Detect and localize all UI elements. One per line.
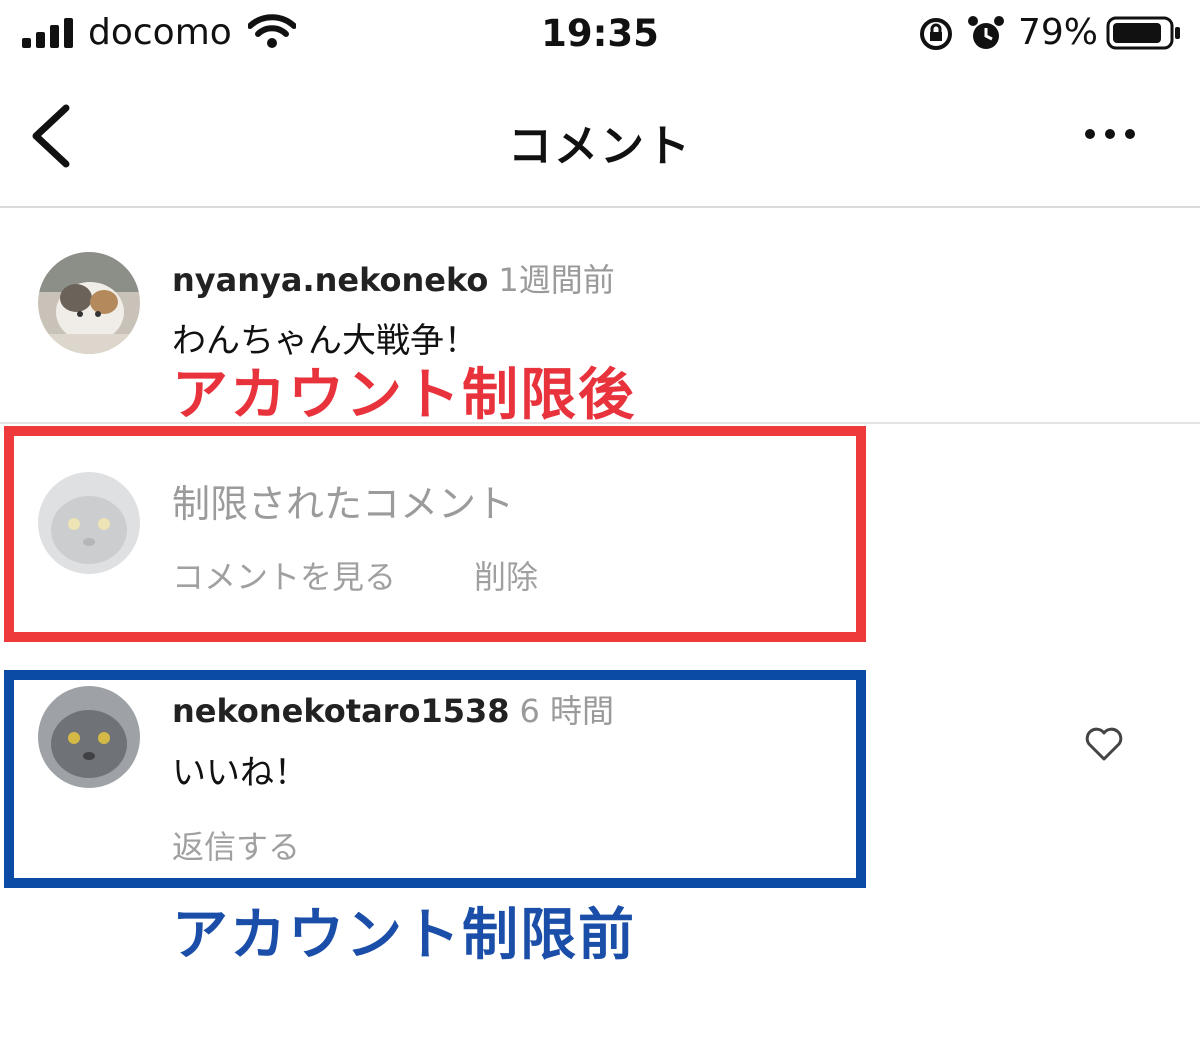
annotation-before-restriction: アカウント制限前 (172, 903, 636, 968)
orientation-lock-icon (920, 18, 952, 50)
comment-time: 1週間前 (498, 261, 615, 299)
comment-text: いいね！ (172, 753, 308, 793)
page-title: コメント (508, 121, 692, 172)
status-bar: docomo 19:35 79% (0, 0, 1200, 70)
avatar[interactable] (38, 686, 140, 788)
comment-header: nyanya.nekoneko 1週間前 (172, 255, 615, 301)
avatar (38, 472, 140, 574)
cat-photo-avatar (38, 252, 140, 354)
nav-bar: コメント (0, 70, 1200, 208)
alarm-icon (968, 16, 1004, 49)
annotation-after-restriction: アカウント制限後 (172, 363, 636, 428)
comment-username[interactable]: nyanya.nekoneko (172, 261, 488, 299)
divider (0, 422, 1200, 424)
view-comment-link[interactable]: コメントを見る (172, 552, 396, 598)
battery-icon (1106, 16, 1180, 50)
gray-cat-avatar (38, 686, 140, 788)
comment-header: nekonekotaro1538 6 時間 (172, 686, 614, 732)
reply-link[interactable]: 返信する (172, 822, 300, 868)
delete-link[interactable]: 削除 (474, 552, 538, 598)
heart-icon[interactable] (1084, 724, 1124, 764)
battery-percent: 79% (1018, 12, 1099, 53)
more-icon[interactable] (1080, 124, 1140, 144)
restricted-comment-label: 制限されたコメント (172, 482, 515, 526)
comment-username[interactable]: nekonekotaro1538 (172, 692, 510, 730)
avatar[interactable] (38, 252, 140, 354)
comment-time: 6 時間 (519, 692, 615, 730)
gray-cat-avatar (38, 472, 140, 574)
